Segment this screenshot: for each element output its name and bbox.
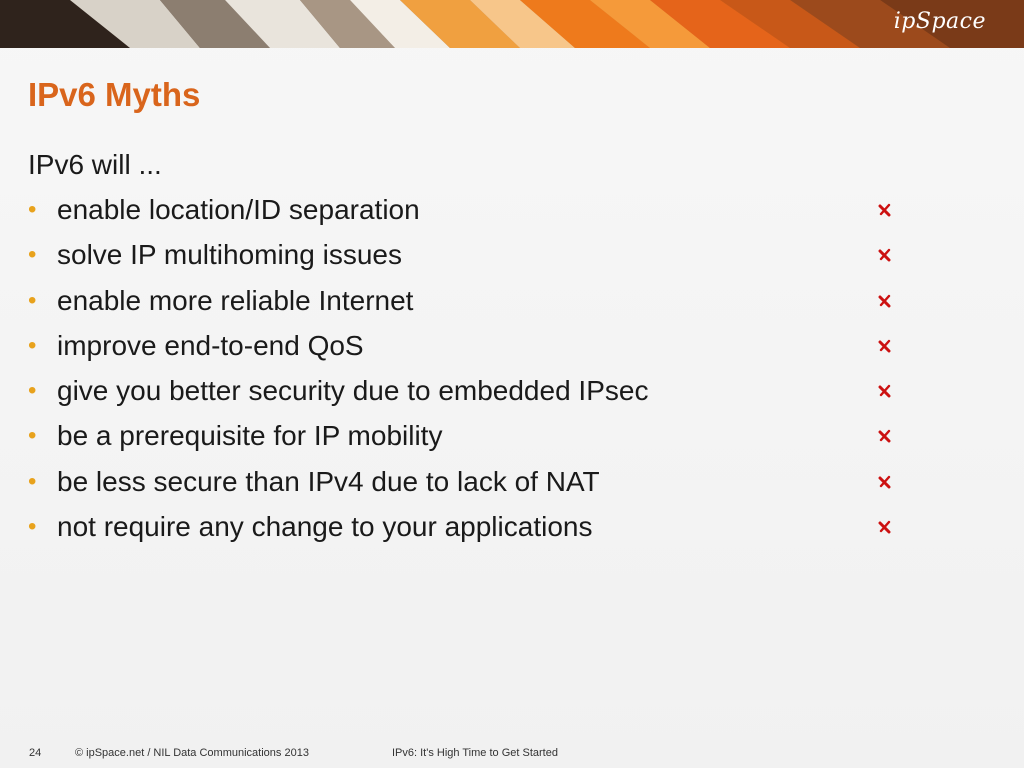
bullet-text: give you better security due to embedded… bbox=[57, 375, 649, 407]
cross-icon bbox=[878, 520, 891, 534]
footer-copyright: © ipSpace.net / NIL Data Communications … bbox=[75, 747, 309, 759]
list-item: • enable more reliable Internet bbox=[28, 284, 928, 329]
bullet-icon: • bbox=[28, 513, 37, 541]
intro-text: IPv6 will ... bbox=[28, 149, 162, 180]
bullet-text: be less secure than IPv4 due to lack of … bbox=[57, 465, 600, 497]
bullet-text: enable location/ID separation bbox=[57, 194, 420, 225]
list-item: • enable location/ID separation bbox=[28, 193, 928, 238]
ipspace-logo: ipSpace bbox=[893, 9, 986, 34]
list-item: • be less secure than IPv4 due to lack of… bbox=[28, 465, 928, 510]
bullet-text: be a prerequisite for IP mobility bbox=[57, 420, 443, 452]
bullet-icon: • bbox=[28, 377, 37, 405]
footer-presentation-title: IPv6: It's High Time to Get Started bbox=[392, 747, 558, 759]
bullet-icon: • bbox=[28, 241, 37, 269]
bullet-icon: • bbox=[28, 467, 37, 495]
bullet-icon: • bbox=[28, 331, 37, 359]
bullet-text: solve IP multihoming issues bbox=[57, 239, 402, 271]
page-number: 24 bbox=[29, 747, 42, 759]
cross-icon bbox=[878, 249, 891, 262]
list-item: • give you better security due to embedde… bbox=[28, 374, 928, 419]
bullet-icon: • bbox=[28, 196, 37, 223]
cross-icon bbox=[878, 294, 891, 308]
myth-list: • enable location/ID separation • solve IP … bbox=[28, 193, 928, 555]
slide: ipSpace IPv6 Myths IPv6 will ... • enable… bbox=[0, 0, 1024, 768]
list-item: • be a prerequisite for IP mobility bbox=[28, 419, 928, 464]
cross-icon bbox=[878, 203, 891, 217]
banner-stripes bbox=[0, 0, 1024, 48]
cross-icon bbox=[878, 339, 891, 353]
slide-title: IPv6 Myths bbox=[28, 76, 201, 113]
bullet-icon: • bbox=[28, 422, 37, 450]
list-item: • solve IP multihoming issues bbox=[28, 238, 928, 283]
footer: 24 © ipSpace.net / NIL Data Communicatio… bbox=[0, 744, 1024, 762]
bullet-text: not require any change to your applicati… bbox=[57, 511, 593, 543]
cross-icon bbox=[878, 430, 891, 443]
list-item: • improve end-to-end QoS bbox=[28, 329, 928, 374]
header-banner: ipSpace bbox=[0, 0, 1024, 48]
bullet-text: enable more reliable Internet bbox=[57, 284, 414, 316]
list-item: • not require any change to your applicat… bbox=[28, 510, 928, 555]
bullet-icon: • bbox=[28, 286, 37, 314]
cross-icon bbox=[878, 475, 891, 489]
cross-icon bbox=[878, 384, 891, 398]
bullet-text: improve end-to-end QoS bbox=[57, 329, 364, 361]
